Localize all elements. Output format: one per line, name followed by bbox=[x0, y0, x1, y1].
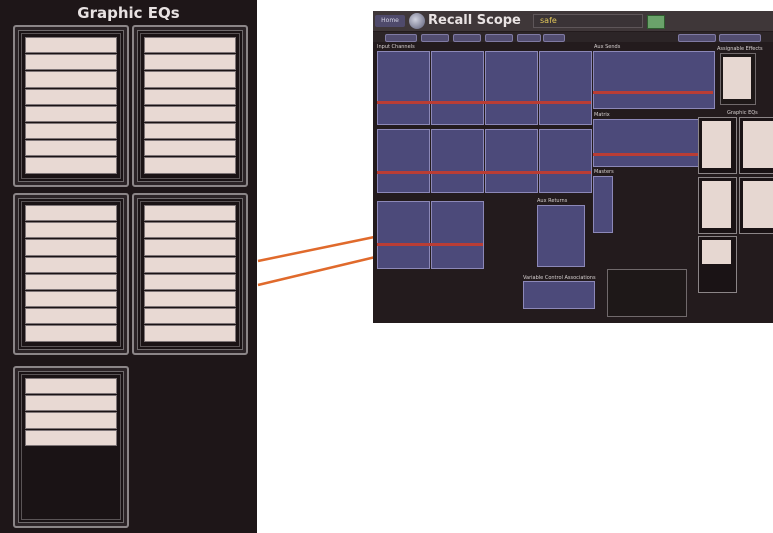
channel-meter-strip bbox=[377, 101, 591, 104]
channel-block[interactable] bbox=[485, 129, 538, 193]
eq-bank[interactable] bbox=[144, 122, 236, 140]
eq-bank[interactable] bbox=[144, 157, 236, 174]
eq-bank[interactable] bbox=[144, 105, 236, 122]
eq-bank[interactable] bbox=[144, 325, 236, 342]
assignable-effects-label: Assignable Effects bbox=[717, 46, 763, 52]
effects-bank bbox=[723, 57, 751, 99]
eq-bank[interactable] bbox=[25, 273, 117, 290]
toolbar-button[interactable] bbox=[421, 34, 449, 42]
channel-block[interactable] bbox=[377, 201, 430, 269]
graphic-eqs-title: Graphic EQs bbox=[77, 4, 180, 22]
channel-block[interactable] bbox=[539, 51, 592, 125]
mini-eq-banks bbox=[702, 181, 731, 228]
eq-bank[interactable] bbox=[144, 88, 236, 105]
graphic-eq-slot-5[interactable] bbox=[13, 366, 129, 528]
safe-field[interactable]: safe bbox=[533, 14, 643, 28]
eq-bank[interactable] bbox=[144, 205, 236, 222]
channel-block[interactable] bbox=[431, 201, 484, 269]
aux-sends-block[interactable] bbox=[593, 51, 715, 109]
channel-meter-strip bbox=[593, 91, 713, 94]
graphic-eqs-panel: Graphic EQs bbox=[0, 0, 257, 533]
eq-bank[interactable] bbox=[144, 256, 236, 273]
eq-bank[interactable] bbox=[25, 71, 117, 88]
bank-stack bbox=[25, 378, 117, 447]
eq-bank[interactable] bbox=[144, 37, 236, 54]
masters-block[interactable] bbox=[593, 176, 613, 233]
status-indicator bbox=[647, 15, 665, 29]
overview-title: Recall Scope bbox=[428, 13, 521, 28]
eq-bank[interactable] bbox=[144, 222, 236, 239]
eq-bank[interactable] bbox=[25, 105, 117, 122]
channel-block[interactable] bbox=[377, 129, 430, 193]
mini-eq-banks bbox=[743, 121, 773, 168]
toolbar-button[interactable] bbox=[485, 34, 513, 42]
eq-bank[interactable] bbox=[25, 429, 117, 446]
aux-returns-block[interactable] bbox=[537, 205, 585, 267]
graphic-eq-slot-1[interactable] bbox=[13, 25, 129, 187]
eq-bank[interactable] bbox=[25, 205, 117, 222]
eq-bank[interactable] bbox=[25, 239, 117, 256]
graphic-eqs-mini-label: Graphic EQs bbox=[727, 110, 758, 116]
eq-bank[interactable] bbox=[25, 256, 117, 273]
matrix-block[interactable] bbox=[593, 119, 715, 167]
channel-block[interactable] bbox=[377, 51, 430, 125]
graphic-eq-slot-4[interactable] bbox=[132, 193, 248, 355]
eq-bank[interactable] bbox=[25, 54, 117, 71]
eq-bank[interactable] bbox=[25, 290, 117, 308]
channel-block[interactable] bbox=[539, 129, 592, 193]
aux-returns-label: Aux Returns bbox=[537, 198, 568, 204]
eq-bank[interactable] bbox=[25, 140, 117, 157]
channel-meter-strip bbox=[593, 153, 713, 156]
logo-icon bbox=[409, 13, 425, 29]
mini-eq-banks bbox=[743, 181, 773, 228]
channel-meter-strip bbox=[377, 243, 483, 246]
eq-bank[interactable] bbox=[144, 290, 236, 308]
eq-bank[interactable] bbox=[25, 222, 117, 239]
toolbar-button[interactable] bbox=[385, 34, 417, 42]
eq-bank[interactable] bbox=[144, 273, 236, 290]
eq-bank[interactable] bbox=[144, 308, 236, 325]
graphic-eq-slot-3[interactable] bbox=[13, 193, 129, 355]
graphic-eq-slot-2[interactable] bbox=[132, 25, 248, 187]
toolbar-button[interactable] bbox=[719, 34, 761, 42]
bank-stack bbox=[144, 37, 236, 175]
matrix-label: Matrix bbox=[594, 112, 610, 118]
eq-bank[interactable] bbox=[25, 412, 117, 429]
eq-bank[interactable] bbox=[144, 54, 236, 71]
eq-bank[interactable] bbox=[25, 325, 117, 342]
channel-meter-strip bbox=[377, 171, 591, 174]
channel-block[interactable] bbox=[431, 129, 484, 193]
channel-block[interactable] bbox=[431, 51, 484, 125]
key-panel bbox=[607, 269, 687, 317]
recall-scope-overview: Home Recall Scope safe Input Channels Au… bbox=[373, 11, 773, 323]
bank-stack bbox=[25, 37, 117, 175]
channel-block[interactable] bbox=[485, 51, 538, 125]
eq-bank[interactable] bbox=[25, 37, 117, 54]
toolbar-button[interactable] bbox=[517, 34, 541, 42]
eq-bank[interactable] bbox=[25, 122, 117, 140]
eq-bank[interactable] bbox=[25, 378, 117, 395]
home-button[interactable]: Home bbox=[375, 15, 405, 27]
eq-bank[interactable] bbox=[25, 88, 117, 105]
toolbar-button[interactable] bbox=[543, 34, 565, 42]
aux-sends-label: Aux Sends bbox=[594, 44, 621, 50]
bank-stack bbox=[25, 205, 117, 343]
eq-bank[interactable] bbox=[144, 71, 236, 88]
bank-stack bbox=[144, 205, 236, 343]
masters-label: Masters bbox=[594, 169, 614, 175]
toolbar-button[interactable] bbox=[678, 34, 716, 42]
eq-bank[interactable] bbox=[25, 157, 117, 174]
mini-eq-banks bbox=[702, 121, 731, 168]
input-channels-label: Input Channels bbox=[377, 44, 415, 50]
toolbar-button[interactable] bbox=[453, 34, 481, 42]
eq-bank[interactable] bbox=[144, 239, 236, 256]
eq-bank[interactable] bbox=[25, 308, 117, 325]
vca-block[interactable] bbox=[523, 281, 595, 309]
eq-bank[interactable] bbox=[25, 395, 117, 412]
eq-bank[interactable] bbox=[144, 140, 236, 157]
mini-eq-banks bbox=[702, 240, 731, 264]
